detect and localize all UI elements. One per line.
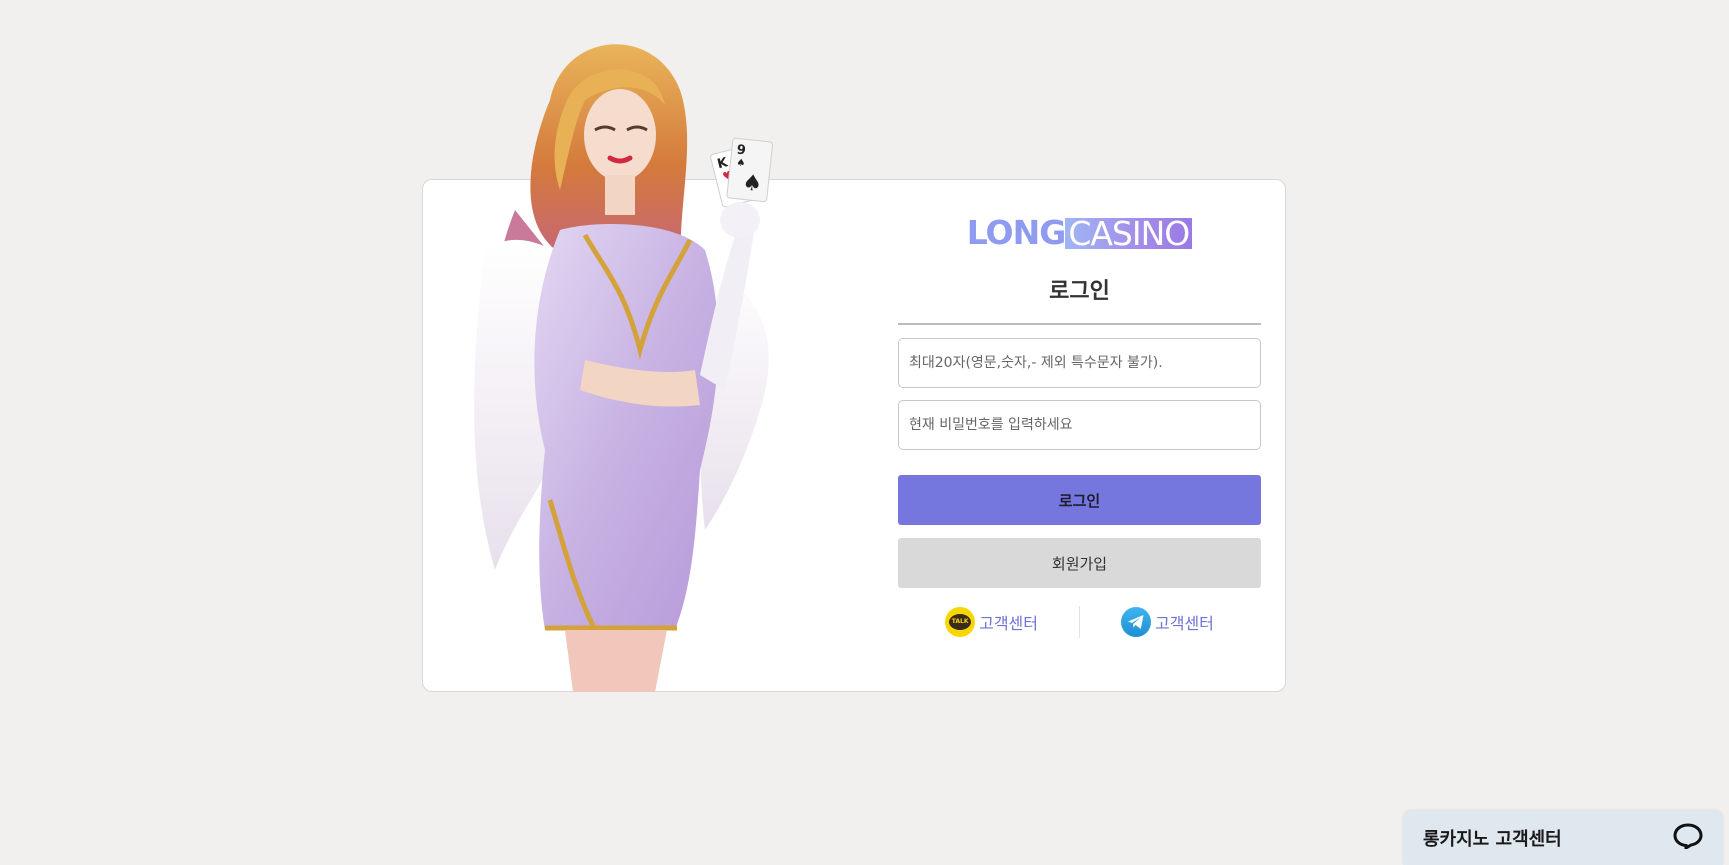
- chat-bubble-icon: [1673, 823, 1703, 853]
- username-input[interactable]: [898, 338, 1261, 388]
- signup-button[interactable]: 회원가입: [898, 538, 1261, 588]
- login-form: LONGCASINO 로그인 로그인 회원가입 TALK 고객센터 고: [898, 215, 1261, 638]
- chat-widget-title: 롱카지노 고객센터: [1423, 829, 1562, 850]
- login-button[interactable]: 로그인: [898, 475, 1261, 525]
- title-divider: [898, 323, 1261, 325]
- support-divider: [1079, 606, 1080, 638]
- live-chat-widget[interactable]: 롱카지노 고객센터: [1403, 811, 1723, 865]
- login-page: K ♥ 9 ♠ ♠ LONGCASINO 로그인 로그인 회원가입: [0, 0, 1729, 865]
- telegram-support-label: 고객센터: [1155, 614, 1214, 633]
- telegram-icon: [1121, 607, 1151, 637]
- svg-text:♠: ♠: [736, 158, 746, 170]
- support-links: TALK 고객센터 고객센터: [898, 606, 1261, 638]
- svg-text:♠: ♠: [741, 170, 763, 197]
- kakaotalk-icon: TALK: [945, 607, 976, 637]
- logo-casino: CASINO: [1065, 217, 1193, 250]
- svg-text:9: 9: [736, 143, 747, 159]
- password-input[interactable]: [898, 400, 1261, 450]
- page-title: 로그인: [1049, 279, 1110, 304]
- kakaotalk-support-link[interactable]: TALK 고객센터: [945, 607, 1038, 637]
- brand-logo: LONG CASINO: [898, 215, 1261, 251]
- logo-long: LONG: [966, 213, 1067, 252]
- telegram-support-link[interactable]: 고객센터: [1121, 607, 1214, 637]
- kakaotalk-support-label: 고객센터: [979, 614, 1038, 633]
- hero-illustration: K ♥ 9 ♠ ♠: [455, 30, 855, 692]
